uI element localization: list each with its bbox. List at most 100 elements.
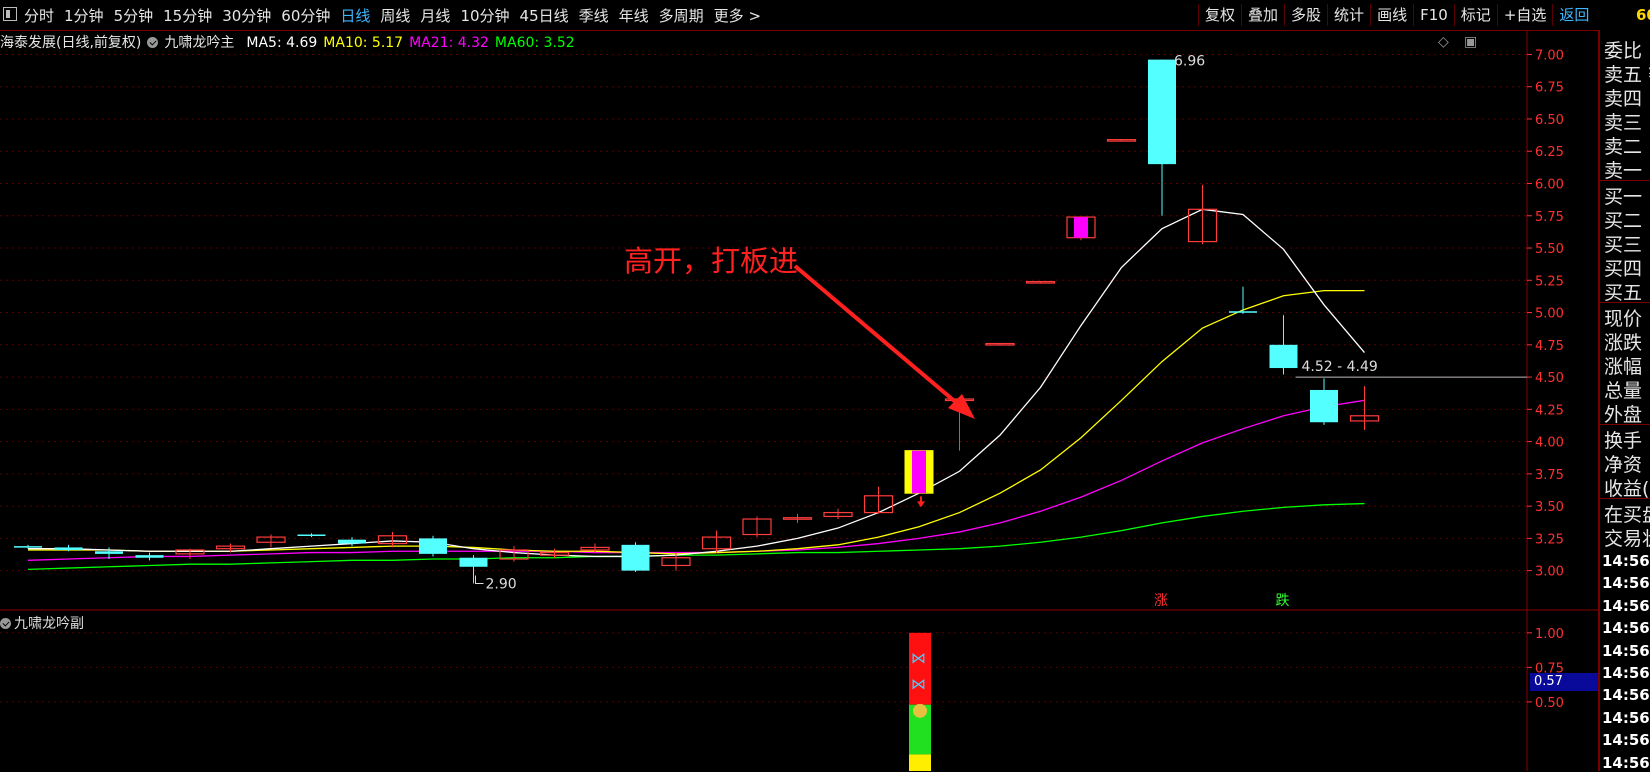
candle-body xyxy=(1148,59,1176,165)
sub-bar-segment xyxy=(909,632,931,705)
period-tab[interactable]: 10分钟 xyxy=(460,5,509,26)
candle-body xyxy=(621,544,650,571)
quote-row-label: 买四 xyxy=(1604,258,1643,280)
price-tick-label: 6.00 xyxy=(1535,178,1564,193)
price-tick-label: 3.50 xyxy=(1535,500,1564,515)
tick-time: 14:56 xyxy=(1602,708,1650,727)
butterfly-icon: ⋈ xyxy=(911,675,926,693)
price-tick-label: 6.75 xyxy=(1535,81,1564,96)
quote-row-label: 卖三 xyxy=(1604,112,1643,134)
price-tick-label: 4.25 xyxy=(1535,403,1564,418)
tick-time: 14:56 xyxy=(1602,574,1650,593)
period-tab[interactable]: 周线 xyxy=(380,5,410,26)
tick-time: 14:56 xyxy=(1602,552,1650,570)
main-chart[interactable]: 7.00 6.75 6.50 6.25 6.00 5.75 5.50 5.25 5.00 4.75… xyxy=(0,30,1598,611)
tick-time: 14:56 xyxy=(1602,686,1650,705)
sub-tick-label: 0.50 xyxy=(1535,696,1564,711)
price-tick-label: 4.50 xyxy=(1535,371,1564,386)
butterfly-icon: ⋈ xyxy=(911,649,926,667)
period-tab[interactable]: 日线 xyxy=(340,5,370,26)
toolbar-button[interactable]: 叠加 xyxy=(1241,4,1284,26)
candle-body xyxy=(135,555,164,558)
toolbar-button[interactable]: +自选 xyxy=(1496,4,1553,26)
price-tick-label: 4.00 xyxy=(1535,436,1564,451)
ma10-line xyxy=(28,289,1365,555)
period-tab[interactable]: 45日线 xyxy=(520,5,569,26)
ma60-line xyxy=(27,502,1365,571)
sub-bar-segment xyxy=(909,754,931,771)
annotation-text: 高开，打板进 xyxy=(624,244,799,278)
window-icon[interactable] xyxy=(3,7,17,21)
quote-row-label: 收益(三 xyxy=(1604,478,1650,500)
candle-body xyxy=(54,547,83,550)
quote-divider xyxy=(1600,498,1650,499)
toolbar-button[interactable]: 统计 xyxy=(1327,4,1370,26)
quote-divider xyxy=(1600,302,1650,303)
candle-body xyxy=(338,539,366,544)
period-tab[interactable]: 月线 xyxy=(420,5,450,26)
price-tick-label: 5.75 xyxy=(1535,210,1564,225)
quote-row-label: 涨幅 xyxy=(1604,356,1643,378)
candle-body xyxy=(14,546,42,548)
toolbar-button[interactable]: 画线 xyxy=(1370,4,1413,26)
price-tick-label: 5.50 xyxy=(1535,242,1564,257)
quote-row-label: 总量 xyxy=(1604,380,1643,402)
period-tab[interactable]: 多周期 xyxy=(659,5,704,26)
price-tick-label: 4.75 xyxy=(1535,339,1564,354)
low-marker xyxy=(475,575,484,585)
candle-body xyxy=(297,534,326,537)
dropdown-circle-icon[interactable] xyxy=(0,618,11,629)
period-tab[interactable]: 5分钟 xyxy=(114,5,154,26)
quote-row-label: 卖一 xyxy=(1604,160,1643,182)
tick-time: 14:56 xyxy=(1602,753,1650,772)
period-tab[interactable]: 15分钟 xyxy=(163,5,212,26)
quote-row-label: 买二 xyxy=(1604,210,1643,232)
period-tab[interactable]: 60分钟 xyxy=(281,5,330,26)
candle-body xyxy=(95,551,123,554)
tick-time: 14:56 xyxy=(1602,596,1650,615)
period-tab[interactable]: 季线 xyxy=(579,5,609,26)
quote-row-label: 卖四 xyxy=(1604,88,1643,110)
quote-row-label: 换手 xyxy=(1604,430,1643,452)
toolbar-button[interactable]: 多股 xyxy=(1284,4,1327,26)
period-tab[interactable]: 年线 xyxy=(619,5,649,26)
price-tick-label: 3.25 xyxy=(1535,532,1564,547)
quote-row-label: 外盘 xyxy=(1604,404,1643,426)
quote-divider xyxy=(1600,180,1650,181)
annotation-arrow xyxy=(793,264,967,412)
price-tick-label: 7.00 xyxy=(1535,48,1564,63)
price-tick-label: 6.50 xyxy=(1535,113,1564,128)
quote-row-label: 涨跌 xyxy=(1604,332,1643,354)
quote-row-label: 买三 xyxy=(1604,234,1643,256)
tick-time: 14:56 xyxy=(1602,664,1650,682)
corner-number: 60 xyxy=(1636,6,1650,24)
quote-row-label: 卖五 ¥ xyxy=(1604,64,1650,86)
quote-row-label: 买五 xyxy=(1604,282,1643,304)
quote-panel: 委比卖五 ¥卖四卖三卖二卖一买一买二买三买四买五现价涨跌涨幅总量外盘换手净资收益… xyxy=(1598,30,1650,772)
price-tick-label: 3.75 xyxy=(1535,468,1564,483)
toolbar-button[interactable]: 标记 xyxy=(1453,4,1497,26)
quote-row-label: 现价 xyxy=(1604,308,1643,330)
toolbar-button[interactable]: F10 xyxy=(1413,4,1454,26)
quote-row-label: 净资 xyxy=(1604,454,1643,476)
sub-chart[interactable]: 1.000.750.50⋈⋈ xyxy=(0,611,1598,771)
candle-body xyxy=(419,538,447,554)
tick-time: 14:56 xyxy=(1602,641,1650,660)
price-tick-label: 3.00 xyxy=(1535,565,1564,580)
candle-body xyxy=(1269,344,1298,369)
signal-label: 跌 xyxy=(1276,593,1290,609)
candle-body xyxy=(459,557,488,567)
quote-row-label: 委比 xyxy=(1604,40,1643,62)
tick-time: 14:56 xyxy=(1602,731,1650,750)
tick-time: 14:56 xyxy=(1602,619,1650,638)
period-tab[interactable]: 分时 xyxy=(24,5,54,26)
sub-legend: 九啸龙吟副 xyxy=(0,613,84,633)
toolbar-button[interactable]: 返回 xyxy=(1552,4,1595,26)
period-tab[interactable]: 30分钟 xyxy=(222,5,271,26)
period-tab[interactable]: 更多 > xyxy=(714,5,761,26)
toolbar-button[interactable]: 复权 xyxy=(1198,4,1241,26)
candle-body xyxy=(1229,311,1257,313)
period-tab[interactable]: 1分钟 xyxy=(64,5,104,26)
quote-row-label: 交易状 xyxy=(1604,528,1650,550)
high-price-label: 6.96 xyxy=(1174,54,1205,70)
